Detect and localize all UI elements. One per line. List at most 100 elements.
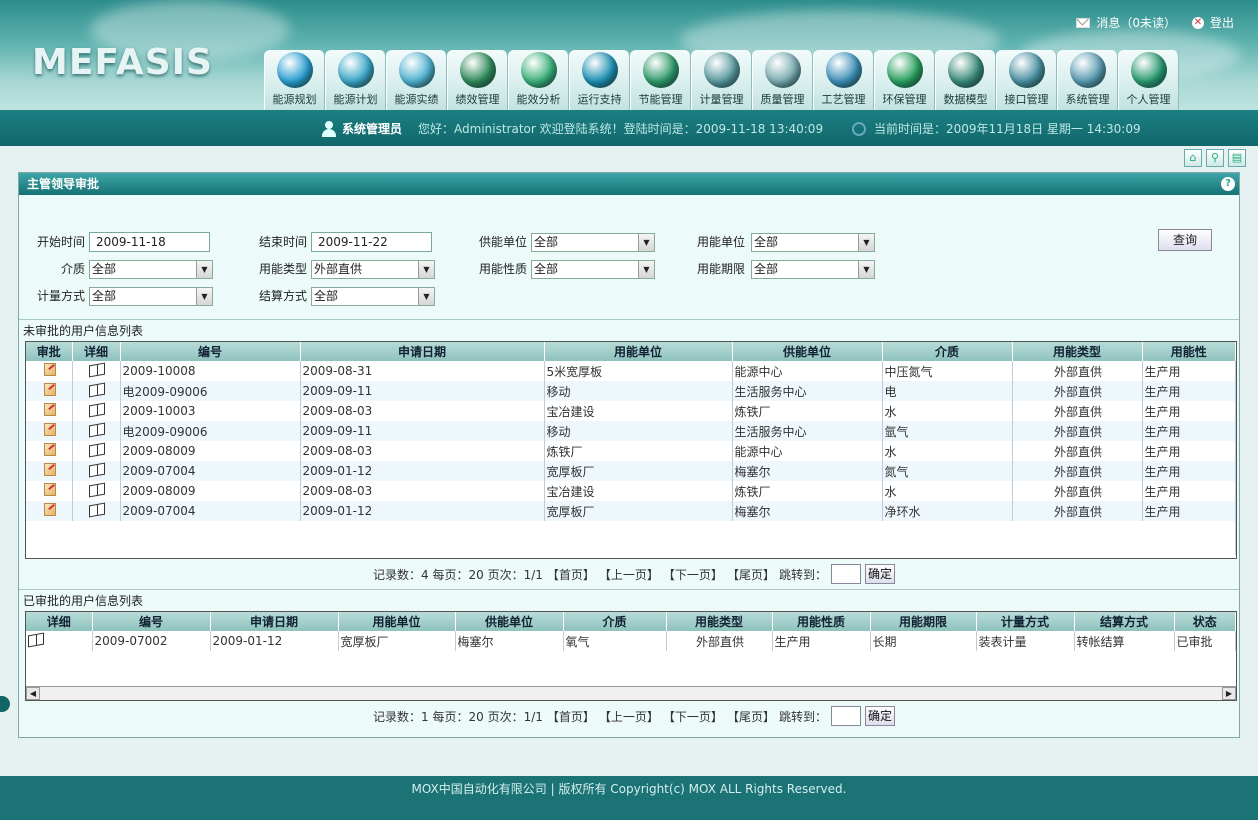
nav-item-11[interactable]: 数据模型 — [935, 50, 996, 110]
trash-icon[interactable]: ▤ — [1228, 149, 1246, 167]
table-cell[interactable]: 2009-08-03 — [300, 401, 545, 421]
nav-item-3[interactable]: 绩效管理 — [447, 50, 508, 110]
approve-edit-icon[interactable] — [43, 463, 56, 476]
consumer-unit-select[interactable]: 全部 ▼ — [751, 233, 875, 252]
table-cell[interactable]: 2009-01-12 — [300, 501, 545, 521]
approve-edit-icon[interactable] — [43, 503, 56, 516]
nav-item-12[interactable]: 接口管理 — [996, 50, 1057, 110]
table-cell[interactable]: 2009-10003 — [120, 401, 301, 421]
pending-first-page[interactable]: 【首页】 — [547, 566, 595, 583]
approved-col-header: 结算方式 — [1074, 612, 1175, 631]
approved-prev-page[interactable]: 【上一页】 — [599, 708, 659, 725]
help-icon[interactable]: ? — [1221, 177, 1235, 191]
detail-book-icon[interactable] — [89, 402, 105, 417]
table-cell[interactable]: 2009-08-31 — [300, 361, 545, 381]
top-right-links: 消息（0未读） ✕ 登出 — [1076, 14, 1234, 31]
empty-row — [26, 521, 1236, 555]
scroll-right-icon[interactable]: ▶ — [1222, 687, 1236, 700]
settlement-select[interactable]: 全部 ▼ — [311, 287, 435, 306]
approved-jump-input[interactable] — [830, 706, 861, 726]
table-cell[interactable]: 2009-01-12 — [210, 631, 339, 651]
detail-cell — [72, 441, 121, 461]
table-cell[interactable]: 2009-09-11 — [300, 421, 545, 441]
start-time-input[interactable]: 2009-11-18 — [89, 232, 210, 252]
interface-icon — [1009, 52, 1045, 88]
detail-cell — [26, 631, 93, 651]
detail-book-icon[interactable] — [89, 502, 105, 517]
detail-book-icon[interactable] — [89, 382, 105, 397]
table-cell[interactable]: 2009-09-11 — [300, 381, 545, 401]
use-period-select[interactable]: 全部 ▼ — [751, 260, 875, 279]
approved-next-page[interactable]: 【下一页】 — [663, 708, 723, 725]
detail-book-icon[interactable] — [28, 632, 44, 647]
table-cell[interactable]: 2009-08009 — [120, 441, 301, 461]
pending-prev-page[interactable]: 【上一页】 — [599, 566, 659, 583]
messages-link[interactable]: 消息（0未读） — [1076, 14, 1176, 31]
sidebar-toggle-icon[interactable] — [0, 696, 10, 712]
detail-book-icon[interactable] — [89, 362, 105, 377]
table-cell: 宝冶建设 — [544, 401, 733, 421]
medium-select[interactable]: 全部 ▼ — [89, 260, 213, 279]
nav-item-10[interactable]: 环保管理 — [874, 50, 935, 110]
approved-confirm-button[interactable]: 确定 — [864, 706, 895, 726]
detail-cell — [72, 421, 121, 441]
approve-edit-icon[interactable] — [43, 483, 56, 496]
nav-item-5[interactable]: 运行支持 — [569, 50, 630, 110]
table-cell: 炼铁厂 — [732, 401, 883, 421]
detail-book-icon[interactable] — [89, 482, 105, 497]
table-cell[interactable]: 2009-08009 — [120, 481, 301, 501]
table-cell[interactable]: 2009-07004 — [120, 461, 301, 481]
table-cell: 水 — [882, 401, 1013, 421]
detail-book-icon[interactable] — [89, 462, 105, 477]
detail-book-icon[interactable] — [89, 442, 105, 457]
table-cell[interactable]: 2009-10008 — [120, 361, 301, 381]
detail-cell — [72, 461, 121, 481]
nav-item-9[interactable]: 工艺管理 — [813, 50, 874, 110]
detail-book-icon[interactable] — [89, 422, 105, 437]
table-cell[interactable]: 2009-07004 — [120, 501, 301, 521]
metering-select[interactable]: 全部 ▼ — [89, 287, 213, 306]
nav-item-4[interactable]: 能效分析 — [508, 50, 569, 110]
table-cell[interactable]: 电2009-09006 — [120, 381, 301, 401]
query-button[interactable]: 查询 — [1158, 229, 1212, 251]
table-cell: 外部直供 — [1012, 461, 1143, 481]
energy-planning-icon — [277, 52, 313, 88]
table-row: 2009-08009 2009-08-03 宝冶建设 炼铁厂水外部直供 生产用 — [26, 481, 1236, 501]
nav-item-14[interactable]: 个人管理 — [1118, 50, 1179, 110]
approve-edit-icon[interactable] — [43, 443, 56, 456]
nav-item-1[interactable]: 能源计划 — [325, 50, 386, 110]
approve-edit-icon[interactable] — [43, 363, 56, 376]
logout-link[interactable]: ✕ 登出 — [1191, 14, 1234, 31]
approve-edit-icon[interactable] — [43, 383, 56, 396]
pending-last-page[interactable]: 【尾页】 — [727, 566, 775, 583]
table-cell[interactable]: 2009-07002 — [92, 631, 211, 651]
supply-unit-select[interactable]: 全部 ▼ — [531, 233, 655, 252]
use-type-select[interactable]: 外部直供 ▼ — [311, 260, 435, 279]
toolbar-icons: ⌂ ⚲ ▤ — [1184, 149, 1246, 167]
approve-edit-icon[interactable] — [43, 403, 56, 416]
nav-item-8[interactable]: 质量管理 — [752, 50, 813, 110]
table-cell[interactable]: 电2009-09006 — [120, 421, 301, 441]
search-icon[interactable]: ⚲ — [1206, 149, 1224, 167]
table-cell[interactable]: 2009-01-12 — [300, 461, 545, 481]
nav-item-13[interactable]: 系统管理 — [1057, 50, 1118, 110]
nav-item-label: 环保管理 — [882, 93, 927, 106]
approve-edit-icon[interactable] — [43, 423, 56, 436]
nav-item-7[interactable]: 计量管理 — [691, 50, 752, 110]
nav-item-0[interactable]: 能源规划 — [264, 50, 325, 110]
user-role: 系统管理员 — [342, 122, 403, 136]
approved-last-page[interactable]: 【尾页】 — [727, 708, 775, 725]
use-nature-select[interactable]: 全部 ▼ — [531, 260, 655, 279]
nav-item-2[interactable]: 能源实绩 — [386, 50, 447, 110]
nav-item-6[interactable]: 节能管理 — [630, 50, 691, 110]
end-time-input[interactable]: 2009-11-22 — [311, 232, 432, 252]
horizontal-scrollbar[interactable]: ◀ ▶ — [26, 686, 1236, 700]
approved-first-page[interactable]: 【首页】 — [547, 708, 595, 725]
table-cell[interactable]: 2009-08-03 — [300, 441, 545, 461]
scroll-left-icon[interactable]: ◀ — [26, 687, 40, 700]
home-icon[interactable]: ⌂ — [1184, 149, 1202, 167]
table-cell[interactable]: 2009-08-03 — [300, 481, 545, 501]
pending-jump-input[interactable] — [830, 564, 861, 584]
pending-confirm-button[interactable]: 确定 — [864, 564, 895, 584]
pending-next-page[interactable]: 【下一页】 — [663, 566, 723, 583]
